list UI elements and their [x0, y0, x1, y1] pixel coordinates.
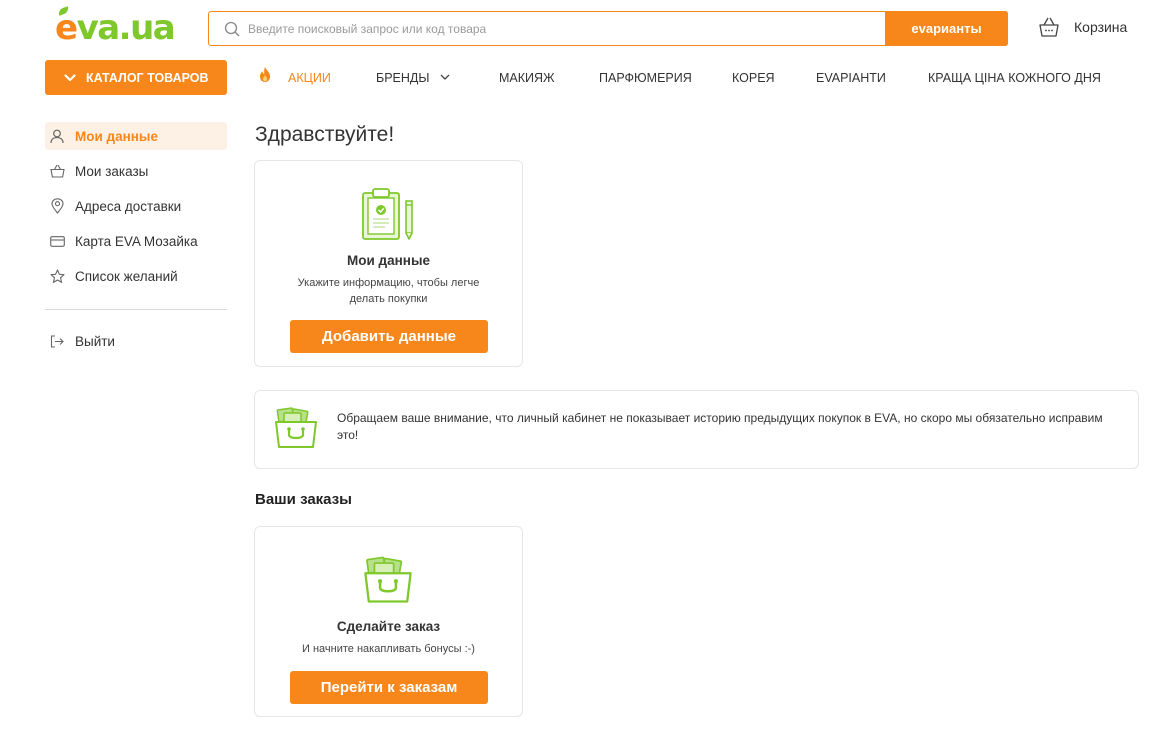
chevron-down-icon [64, 73, 76, 81]
chevron-down-icon [440, 74, 450, 80]
cart-basket-icon [1039, 17, 1059, 37]
card-text: И начните накапливать бонусы :-) [302, 643, 475, 655]
sidebar-item-my-orders[interactable]: Мои заказы [45, 157, 227, 185]
sidebar-item-label: Список желаний [75, 268, 178, 284]
nav-item-brands-label: БРЕНДЫ [376, 71, 430, 85]
nav-item-korea[interactable]: КОРЕЯ [732, 71, 775, 85]
logo-e: e [55, 8, 78, 48]
nav-item-best-price[interactable]: КРАЩА ЦІНА КОЖНОГО ДНЯ [928, 71, 1101, 85]
basket-icon [49, 163, 65, 179]
go-to-orders-button[interactable]: Перейти к заказам [290, 671, 488, 704]
sidebar-item-addresses[interactable]: Адреса доставки [45, 192, 227, 220]
nav-item-makeup[interactable]: МАКИЯЖ [499, 71, 555, 85]
card-title: Мои данные [347, 253, 430, 268]
user-icon [49, 128, 65, 144]
cart[interactable]: Корзина [1038, 16, 1127, 38]
sidebar-item-label: Адреса доставки [75, 198, 182, 214]
sidebar-item-label: Выйти [75, 333, 115, 349]
nav-item-brands[interactable]: БРЕНДЫ [376, 71, 450, 85]
card-text-line1: Укажите информацию, чтобы легче [297, 277, 480, 289]
catalog-button[interactable]: КАТАЛОГ ТОВАРОВ [45, 60, 227, 95]
fire-icon [260, 67, 270, 82]
cart-label: Корзина [1074, 19, 1128, 35]
sidebar-item-label: Карта EVA Мозайка [75, 233, 198, 249]
search-bar: evарианты [208, 11, 1008, 46]
nav-item-evarianty[interactable]: EVAPIАНТИ [816, 71, 886, 85]
notice-text: Обращаем ваше внимание, что личный кабин… [337, 411, 1103, 442]
card-text-line2: делать покупки [349, 293, 428, 305]
evarianty-button[interactable]: evарианты [885, 11, 1008, 46]
orders-section-title: Ваши заказы [255, 491, 352, 508]
sidebar-item-my-data[interactable]: Мои данные [45, 122, 227, 150]
search-icon [224, 21, 240, 36]
logout-icon [49, 333, 65, 349]
orders-card: Сделайте заказ И начните накапливать бон… [254, 526, 523, 717]
sidebar-item-label: Мои заказы [75, 163, 149, 179]
sidebar-item-wishlist[interactable]: Список желаний [45, 262, 227, 290]
sidebar-item-logout[interactable]: Выйти [45, 327, 227, 355]
search-input[interactable] [248, 21, 868, 36]
my-data-card: Мои данные Укажите информацию, чтобы лег… [254, 160, 523, 367]
nav-item-perfume[interactable]: ПАРФЮМЕРИЯ [599, 71, 692, 85]
add-data-button[interactable]: Добавить данные [290, 320, 488, 353]
page-title: Здравствуйте! [255, 123, 395, 146]
logo[interactable]: eva.ua [55, 8, 176, 48]
clipboard-icon [362, 188, 413, 240]
shopping-basket-icon [275, 407, 317, 448]
catalog-label: КАТАЛОГ ТОВАРОВ [86, 70, 209, 85]
sidebar-item-label: Мои данные [75, 128, 158, 144]
location-pin-icon [49, 198, 65, 214]
star-icon [49, 268, 65, 284]
sidebar-item-eva-card[interactable]: Карта EVA Мозайка [45, 227, 227, 255]
nav-item-promo[interactable]: АКЦИИ [288, 71, 331, 85]
notice-banner: Обращаем ваше внимание, что личный кабин… [254, 390, 1139, 469]
shopping-basket-icon [364, 556, 412, 603]
logo-text: va.ua [76, 8, 176, 48]
card-title: Сделайте заказ [336, 619, 441, 634]
card-icon [49, 233, 65, 249]
sidebar-divider [45, 309, 227, 310]
